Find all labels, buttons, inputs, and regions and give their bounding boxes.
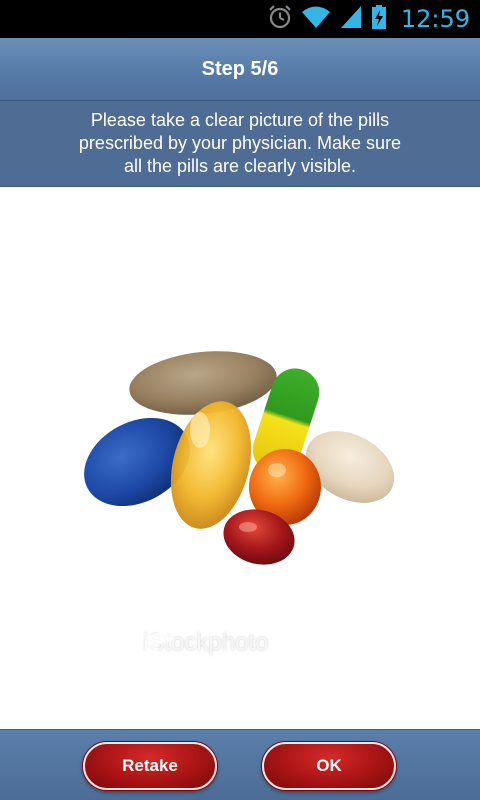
- pill-photo: iStockphoto: [0, 187, 480, 729]
- header-bar: Step 5/6: [0, 38, 480, 101]
- instructions-panel: Please take a clear picture of the pills…: [0, 101, 480, 187]
- battery-charging-icon: [371, 4, 387, 35]
- watermark-logo-icon: [145, 631, 175, 657]
- instructions-text: Please take a clear picture of the pills…: [78, 110, 402, 176]
- status-bar: 12:59: [0, 0, 480, 38]
- status-clock: 12:59: [400, 5, 470, 33]
- page-title: Step 5/6: [201, 57, 279, 80]
- alarm-icon: [267, 4, 293, 35]
- ok-button[interactable]: OK: [262, 742, 396, 790]
- retake-button[interactable]: Retake: [83, 742, 217, 790]
- signal-icon: [339, 4, 363, 35]
- action-bar: Retake OK: [0, 729, 480, 800]
- photo-watermark: iStockphoto: [143, 629, 268, 657]
- app-screen: 12:59 Step 5/6 Please take a clear pictu…: [0, 0, 480, 800]
- wifi-icon: [301, 4, 331, 35]
